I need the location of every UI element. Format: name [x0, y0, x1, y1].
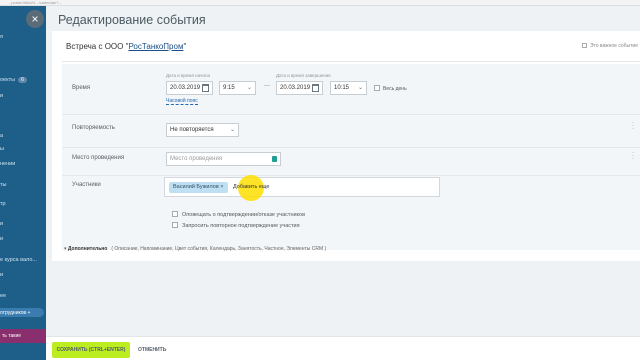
sidebar-active-item[interactable]: ть такие: [0, 329, 46, 343]
all-day-checkbox[interactable]: Весь день: [374, 85, 407, 92]
participants-label: Участники: [72, 182, 101, 188]
time-label: Время: [72, 85, 91, 91]
end-datetime-label: Дата и время завершения: [276, 73, 331, 78]
repeat-label: Повторяемость: [72, 125, 115, 131]
chevron-down-icon: ⌄: [229, 127, 235, 133]
save-button[interactable]: СОХРАНИТЬ (CTRL+ENTER): [52, 342, 130, 358]
reconfirm-checkbox[interactable]: Запросить повторное подтверждение участи…: [172, 222, 300, 229]
event-title-company: РосТанкоПром: [128, 42, 184, 51]
left-sidebar: я оекты 6 и а ы нении ты тр и и е курса в…: [0, 6, 46, 360]
sidebar-item[interactable]: и: [0, 221, 3, 227]
cancel-button[interactable]: ОТМЕНИТЬ: [138, 342, 166, 358]
range-dash: —: [264, 83, 270, 89]
sidebar-item[interactable]: и: [0, 236, 3, 242]
event-title-input[interactable]: Встреча с ООО "РосТанкоПром": [66, 42, 186, 51]
sidebar-item[interactable]: и: [0, 272, 3, 278]
sidebar-item-label: ты: [0, 182, 7, 188]
invite-employees-button[interactable]: отрудников +: [0, 308, 44, 317]
close-icon[interactable]: ×: [26, 10, 44, 28]
calendar-icon: [312, 84, 319, 92]
reconfirm-label: Запросить повторное подтверждение участи…: [182, 223, 300, 229]
count-badge: 6: [18, 77, 27, 83]
browser-bar: ...portal.bitrix24.../calendar/?...: [0, 0, 640, 6]
additional-section[interactable]: ▾ Дополнительно( Описание, Напоминание, …: [64, 246, 326, 252]
sidebar-item-label: я: [0, 34, 3, 40]
start-datetime-label: Дата и время начала: [166, 73, 211, 78]
participant-name: Василий Бужилов: [173, 184, 219, 190]
remove-icon[interactable]: ×: [220, 184, 223, 190]
form-area: Время Дата и время начала Дата и время з…: [62, 64, 640, 250]
start-date-field[interactable]: 20.03.2019: [166, 81, 213, 95]
end-date-value: 20.03.2019: [280, 85, 311, 91]
row-divider: [62, 114, 640, 115]
sidebar-item[interactable]: ты: [0, 182, 6, 188]
important-label: Это важное событие: [589, 43, 638, 49]
sidebar-item[interactable]: ее: [0, 293, 6, 299]
sidebar-item[interactable]: и: [0, 93, 3, 99]
sidebar-item-label: а: [0, 133, 4, 139]
important-checkbox[interactable]: Это важное событие: [581, 43, 638, 49]
repeat-value: Не повторяется: [170, 127, 214, 133]
drag-handle-icon[interactable]: · · ·: [632, 120, 634, 132]
checkbox-icon: [172, 211, 178, 217]
sidebar-item-label: и: [0, 272, 4, 278]
event-title-suffix: ": [183, 42, 187, 51]
sidebar-item[interactable]: нении: [0, 161, 15, 167]
sidebar-item-projects[interactable]: оекты 6: [0, 77, 27, 83]
sidebar-item-label: ее: [0, 293, 7, 299]
start-time-select[interactable]: 9:15 ⌄: [219, 81, 256, 95]
chevron-down-icon: ⌄: [357, 85, 363, 91]
add-participant-link[interactable]: Добавить еще: [233, 184, 269, 190]
timezone-link[interactable]: Часовой пояс: [166, 98, 198, 105]
end-time-select[interactable]: 10:15 ⌄: [330, 81, 367, 95]
end-time-value: 10:15: [334, 85, 350, 91]
notify-checkbox[interactable]: Оповещать о подтверждении/отказе участни…: [172, 211, 305, 218]
sidebar-item-label: и: [0, 221, 4, 227]
sidebar-item-label: и: [0, 236, 4, 242]
sidebar-item-label: тр: [0, 201, 6, 207]
event-form-panel: Встреча с ООО "РосТанкоПром" Это важное …: [52, 31, 640, 261]
sidebar-item[interactable]: я: [0, 34, 3, 40]
checkbox-icon: [581, 43, 587, 48]
notify-label: Оповещать о подтверждении/отказе участни…: [182, 212, 306, 218]
sidebar-item-label: оекты: [0, 77, 16, 83]
page-title: Редактирование события: [58, 13, 206, 27]
chevron-down-icon: ⌄: [246, 85, 252, 91]
sidebar-item[interactable]: а: [0, 133, 3, 139]
start-time-value: 9:15: [223, 85, 235, 91]
sidebar-item-label: нении: [0, 161, 16, 167]
additional-items: ( Описание, Напоминание, Цвет события, К…: [111, 246, 327, 252]
row-divider: [62, 147, 640, 148]
sidebar-item[interactable]: е курса вало...: [0, 257, 37, 263]
start-date-value: 20.03.2019: [170, 85, 201, 91]
checkbox-icon: [374, 85, 380, 91]
invite-label: отрудников +: [0, 310, 31, 316]
sidebar-item[interactable]: тр: [0, 201, 6, 207]
additional-label: Дополнительно: [67, 246, 108, 252]
calendar-icon: [202, 84, 209, 92]
row-divider: [62, 175, 640, 176]
end-date-field[interactable]: 20.03.2019: [276, 81, 323, 95]
location-label: Место проведения: [72, 155, 125, 161]
drag-handle-icon[interactable]: · · ·: [632, 150, 634, 162]
event-title-prefix: Встреча с ООО ": [66, 42, 129, 51]
sidebar-item[interactable]: ы: [0, 146, 4, 152]
repeat-select[interactable]: Не повторяется ⌄: [166, 123, 239, 137]
footer-bar: СОХРАНИТЬ (CTRL+ENTER) ОТМЕНИТЬ: [46, 336, 640, 360]
sidebar-item-label: ы: [0, 146, 4, 152]
sidebar-item-label: и: [0, 93, 4, 99]
participant-chip[interactable]: Василий Бужилов ×: [169, 182, 228, 193]
location-input[interactable]: Место проведения: [166, 152, 281, 166]
sidebar-item-label: е курса вало...: [0, 257, 37, 263]
sidebar-active-label: ть такие: [2, 333, 22, 339]
location-placeholder: Место проведения: [170, 156, 223, 162]
checkbox-icon: [172, 222, 178, 228]
divider: [62, 61, 640, 62]
participants-input[interactable]: Василий Бужилов × Добавить еще: [164, 175, 440, 201]
lock-icon: [272, 156, 277, 162]
url-text: ...portal.bitrix24.../calendar/?...: [8, 0, 62, 5]
all-day-label: Весь день: [383, 86, 407, 92]
